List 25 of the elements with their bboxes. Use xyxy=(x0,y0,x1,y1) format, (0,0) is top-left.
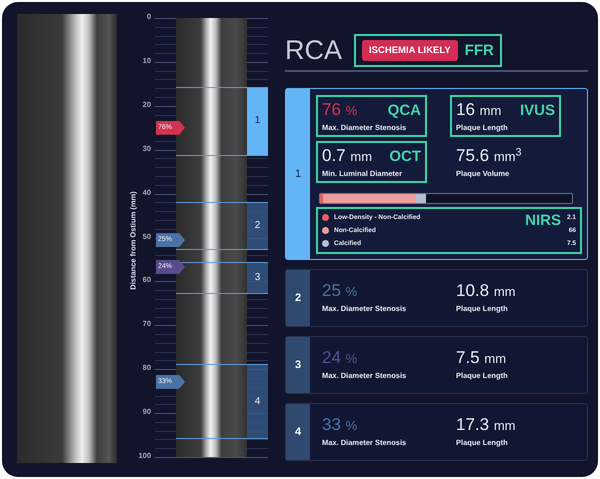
lesion-number: 2 xyxy=(286,270,310,326)
method-label: QCA xyxy=(388,102,421,119)
method-label: OCT xyxy=(389,148,421,165)
metric-value: 16 mm xyxy=(456,100,502,120)
lesion-number: 1 xyxy=(286,89,310,259)
segment-block[interactable]: 2 xyxy=(247,202,268,249)
ischemia-badge: ISCHEMIA LIKELY xyxy=(362,40,458,61)
segment-block[interactable]: 3 xyxy=(247,262,268,293)
method-label: IVUS xyxy=(520,102,555,119)
metric-value: 33 % xyxy=(322,415,358,435)
method-label: FFR xyxy=(464,42,494,59)
metric-value: 25 % xyxy=(322,281,358,301)
vessel-title: RCA xyxy=(285,35,342,66)
metric-value: 76 % xyxy=(322,100,358,120)
lesion-number: 3 xyxy=(286,337,310,393)
lesion-number: 4 xyxy=(286,404,310,460)
metric-value: 75.6 mm$^{3}$ xyxy=(456,146,522,166)
method-label: NIRS xyxy=(525,212,561,229)
metric-value: 7.5 mm xyxy=(456,348,506,368)
segment-block[interactable]: 4 xyxy=(247,364,268,438)
segment-block[interactable]: 1 xyxy=(247,86,268,155)
metric-value: 17.3 mm xyxy=(456,415,516,435)
metric-value: 10.8 mm xyxy=(456,281,516,301)
metric-value: 0.7 mm xyxy=(322,146,372,166)
metric-value: 24 % xyxy=(322,348,358,368)
